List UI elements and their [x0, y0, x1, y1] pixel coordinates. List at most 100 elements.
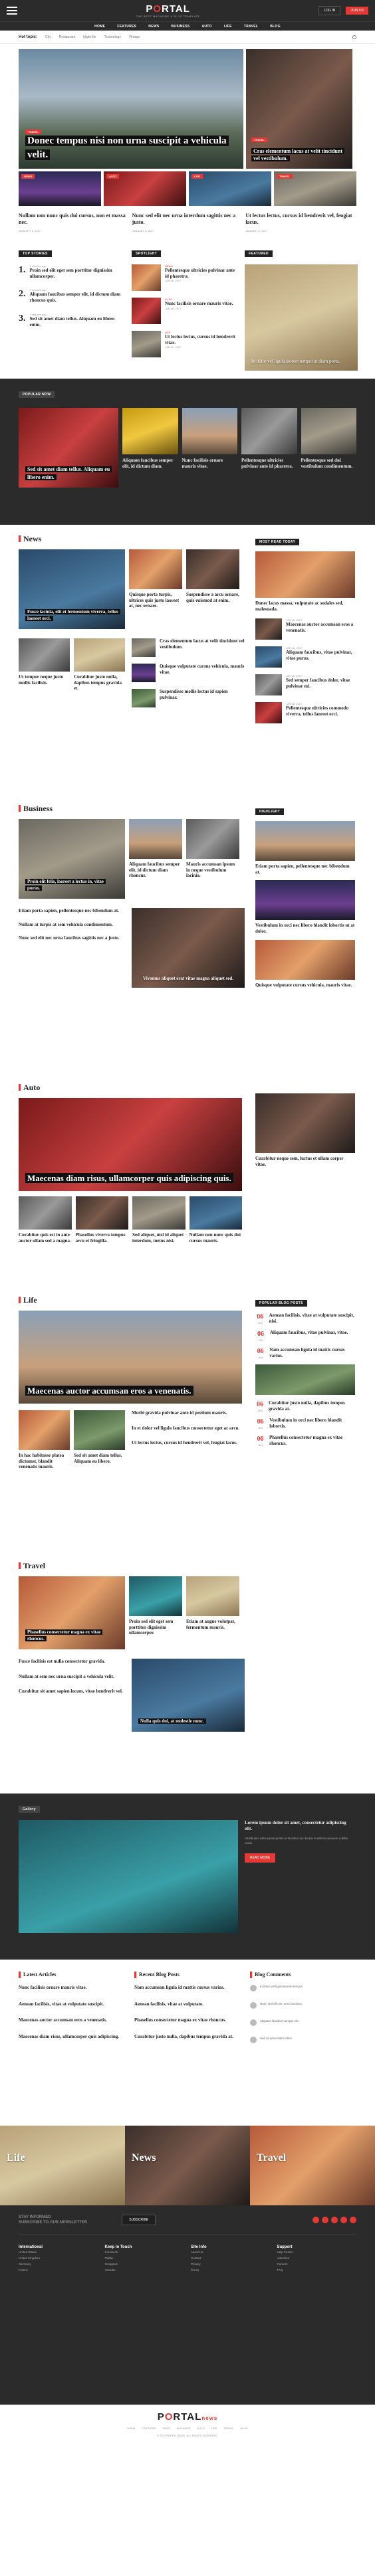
business-list-item[interactable]: Nullam at turpis at sem vehicula condime…: [19, 922, 125, 928]
hero-row-image[interactable]: AUTO: [104, 171, 186, 206]
featured-article[interactable]: In dolor vel ligula laoreet tempor at di…: [245, 264, 358, 371]
nav-item-business[interactable]: BUSINESS: [172, 22, 190, 31]
business-main-article[interactable]: Proin elit felis, laoreet a lectus in, v…: [19, 818, 125, 899]
footer-nav-link[interactable]: AUTO: [197, 2427, 205, 2430]
popular-item[interactable]: Nunc facilisis ornare mauris vitae.: [182, 407, 238, 488]
blog-post-item[interactable]: 06 JAN Phasellus consectetur magna ex vita…: [255, 1435, 355, 1447]
rss-icon[interactable]: [350, 2217, 356, 2224]
highlight-image[interactable]: [255, 939, 355, 980]
login-button[interactable]: LOG IN: [318, 6, 341, 15]
gallery-read-more-button[interactable]: READ MORE: [245, 1853, 276, 1863]
popular-item[interactable]: Pellentesque ultricies pulvinar ante id …: [241, 407, 297, 488]
blog-post-item[interactable]: 06 JAN Aenean facilisis, vitae at vulputat…: [255, 1313, 355, 1325]
nav-item-life[interactable]: LIFE: [224, 22, 232, 31]
blog-post-link[interactable]: Phasellus consectetur magna ex vitae rho…: [134, 2017, 241, 2023]
auto-card[interactable]: Sed aliquet, nisl id aliquet interdum, m…: [132, 1196, 186, 1244]
blog-post-item[interactable]: 06 JAN Curabitur justo nulla, dapibus temp…: [255, 1400, 355, 1412]
facebook-icon[interactable]: [312, 2217, 319, 2224]
popular-main-title[interactable]: Sed sit amet diam tellus. Aliquam eu lib…: [25, 466, 112, 480]
spotlight-item[interactable]: AUTO Nunc facilisis ornare mauris vitae. J…: [132, 297, 238, 324]
footer-link[interactable]: United States: [19, 2249, 98, 2255]
article-title[interactable]: Curabitur justo nulla, dapibus tempus gr…: [74, 674, 125, 691]
hero-row-image[interactable]: NEWS: [19, 171, 101, 206]
twitter-icon[interactable]: [322, 2217, 328, 2224]
popular-item[interactable]: Pellentesque sed dui vestibulum condimen…: [301, 407, 356, 488]
spotlight-title[interactable]: Nunc facilisis ornare mauris vitae.: [165, 301, 233, 307]
footer-link[interactable]: Contact: [191, 2255, 271, 2261]
nav-item-auto[interactable]: AUTO: [201, 22, 211, 31]
footer-link[interactable]: Youtube: [105, 2267, 185, 2273]
footer-link[interactable]: Germany: [19, 2261, 98, 2267]
article-title[interactable]: Suspendisse mollis lectus id sapien pulv…: [160, 689, 245, 707]
gallery-image[interactable]: [19, 1819, 238, 1933]
spotlight-title[interactable]: Ut lectus lectus, cursus id hendrerit vi…: [165, 334, 238, 346]
news-grid-article[interactable]: Ut tempor neque justo mollis facilisis.: [19, 638, 70, 707]
footer-logo[interactable]: PORTALnews: [0, 2411, 375, 2423]
comment-item[interactable]: Aliquam faucibus semper elit.: [250, 2019, 356, 2026]
hot-topic-link[interactable]: City: [45, 35, 51, 39]
nav-item-features[interactable]: FEATURES: [117, 22, 136, 31]
popular-item[interactable]: Aliquam faucibus semper elit, id dictum …: [122, 407, 178, 488]
blog-image[interactable]: [255, 1364, 355, 1395]
category-tile-travel[interactable]: Travel: [250, 2125, 375, 2205]
news-main-article[interactable]: Fusce lacinia, elit et fermentum viverra…: [19, 549, 125, 629]
popular-title[interactable]: Nunc facilisis ornare mauris vitae.: [182, 458, 238, 470]
featured-title[interactable]: In dolor vel ligula laoreet tempor at di…: [251, 359, 351, 364]
news-grid-article[interactable]: Curabitur justo nulla, dapibus tempus gr…: [74, 638, 125, 707]
hero-side-article[interactable]: TRAVEL Cras elementum lacus at velit tin…: [246, 49, 352, 169]
footer-link[interactable]: Advertise: [277, 2255, 357, 2261]
article-title[interactable]: Nullam non nunc quis dui cursus, non et …: [19, 213, 130, 227]
footer-link[interactable]: Facebook: [105, 2249, 185, 2255]
blog-post-item[interactable]: 06 JAN Vestibulum in orci nec libero bland…: [255, 1418, 355, 1429]
highlight-image[interactable]: [255, 820, 355, 861]
article-title[interactable]: Nunc sed elit nec urna interdum sagittis…: [132, 213, 243, 227]
highlight-title[interactable]: Curabitur neque sem, luctus et ullam cor…: [255, 1156, 355, 1168]
news-small-article[interactable]: Suspendisse a arcu ornare, quis euismod …: [186, 549, 239, 629]
highlight-title[interactable]: Vestibulum in orci nec libero blandit lo…: [255, 923, 355, 935]
footer-link[interactable]: Terms: [191, 2267, 271, 2273]
comment-item[interactable]: Nunc sed elit nec urna faucibus.: [250, 2001, 356, 2009]
highlight-title[interactable]: Quisque vulputate cursus vehicula, mauri…: [255, 982, 355, 988]
story-title[interactable]: Proin sed elit eget sem porttitor dignis…: [30, 268, 126, 280]
most-read-item[interactable]: JAN 06, 2017 Pellentesque ultricies commo…: [255, 702, 355, 724]
hot-topic-link[interactable]: Restaurant: [59, 35, 75, 39]
latest-article-link[interactable]: Maecenas diam risus, ullamcorper quis ad…: [19, 2034, 125, 2040]
popular-main-article[interactable]: Sed sit amet diam tellus. Aliquam eu lib…: [19, 407, 118, 488]
blog-post-link[interactable]: Nam accumsan ligula id mattis cursus var…: [134, 1985, 241, 1991]
highlight-title[interactable]: Etiam porta sapien, pellentesque nec bib…: [255, 864, 355, 875]
hero-row-image[interactable]: LIFE: [189, 171, 271, 206]
hamburger-menu-icon[interactable]: [7, 7, 17, 15]
hot-topic-link[interactable]: Vintage: [129, 35, 140, 39]
news-main-title[interactable]: Fusce lacinia, elit et fermentum viverra…: [25, 609, 120, 621]
life-card[interactable]: Sed sit amet diam tellus. Aliquam eu lib…: [74, 1410, 125, 1470]
article-title[interactable]: Quisque vulputate cursus vehicula, mauri…: [160, 664, 245, 682]
travel-list-item[interactable]: Curabitur sit amet sapien locum, vitae h…: [19, 1689, 125, 1695]
popular-title[interactable]: Aliquam faucibus semper elit, id dictum …: [122, 458, 178, 470]
article-title[interactable]: Quisque porta turpis, ultrices quis just…: [129, 592, 182, 609]
news-list-item[interactable]: Cras elementum lacus at velit tincidunt …: [132, 638, 245, 657]
blog-post-link[interactable]: Aenean facilisis, vitae at vulputate.: [134, 2001, 241, 2007]
business-dark-article[interactable]: Vivamus aliquet erat vitae magna aliquet…: [132, 907, 245, 988]
most-read-title[interactable]: Donec lacus massa, vulputate ac sodales …: [255, 600, 355, 612]
auto-card[interactable]: Curabitur quis est in ante auctor ullam …: [19, 1196, 72, 1244]
travel-card[interactable]: Proin sed elit eget sem porttitor dignis…: [129, 1576, 182, 1649]
hot-topic-link[interactable]: Technology: [104, 35, 121, 39]
blog-post-link[interactable]: Curabitur justo nulla, dapibus tempus gr…: [134, 2034, 241, 2040]
business-list-item[interactable]: Nunc sed elit nec urna faucibus sagittis…: [19, 935, 125, 941]
top-story-item[interactable]: 3. 3 minutes ago Sed sit amet diam tellus…: [19, 313, 125, 328]
comment-item[interactable]: In dolor vel ligula laoreet tempor.: [250, 1984, 356, 1991]
life-card[interactable]: In hac habitasse platea dictumst, blandi…: [19, 1410, 70, 1470]
footer-link[interactable]: Help Center: [277, 2249, 357, 2255]
news-list-item[interactable]: Quisque vulputate cursus vehicula, mauri…: [132, 663, 245, 682]
footer-link[interactable]: United Kingdom: [19, 2255, 98, 2261]
highlight-image[interactable]: [255, 1093, 355, 1153]
life-list-item[interactable]: Morbi gravida pulvinar ante id pretium m…: [132, 1410, 245, 1416]
most-read-item[interactable]: JAN 06, 2017 Aliquam faucibus, vitae pulv…: [255, 646, 355, 668]
nav-item-news[interactable]: NEWS: [148, 22, 159, 31]
spotlight-item[interactable]: LIFE Ut lectus lectus, cursus id hendreri…: [132, 330, 238, 357]
nav-item-home[interactable]: HOME: [94, 22, 105, 31]
article-title[interactable]: Ut tempor neque justo mollis facilisis.: [19, 674, 70, 686]
spotlight-item[interactable]: NEWS Pellentesque ultricies pulvinar ante…: [132, 264, 238, 291]
article-title[interactable]: Suspendisse a arcu ornare, quis euismod …: [186, 592, 239, 604]
blog-post-item[interactable]: 06 JAN Aliquam faucibus, vitae pulvinar, v…: [255, 1330, 355, 1342]
